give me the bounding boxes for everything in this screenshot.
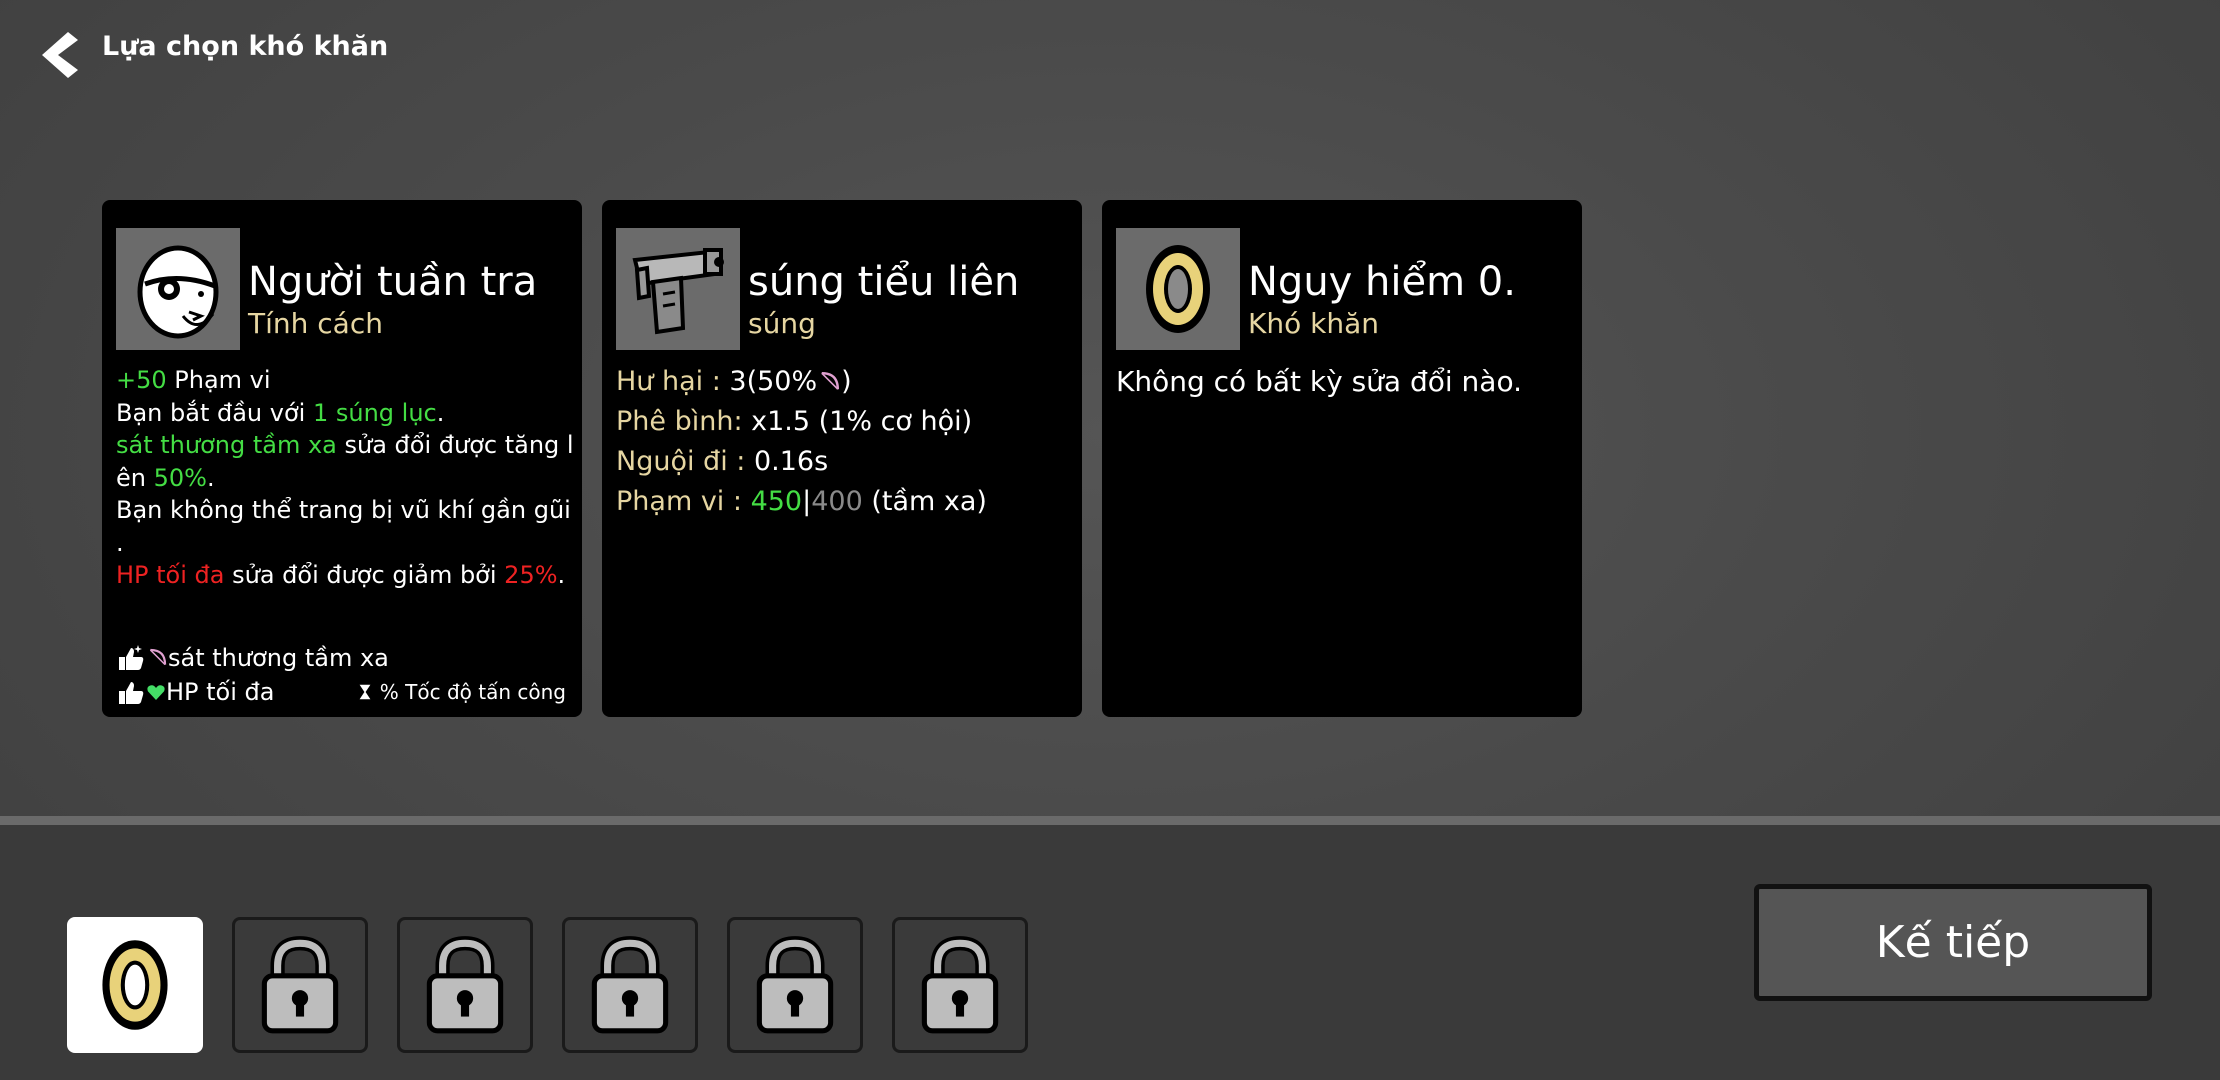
- thumbs-up-icon: [119, 682, 144, 704]
- next-button[interactable]: Kế tiếp: [1754, 884, 2152, 1001]
- tag-max-hp: HP tối đa % Tốc độ tấn công: [116, 675, 566, 709]
- desc-text: Phạm vi: [166, 366, 271, 394]
- back-button[interactable]: Lựa chọn khó khăn: [34, 26, 388, 84]
- stat-value: ): [841, 366, 852, 397]
- ranged-bonus-value: 50%: [153, 463, 207, 492]
- stat-crit: Phê bình: x1.5 (1% cơ hội): [616, 402, 1064, 442]
- difficulty-slot-1-locked[interactable]: [232, 917, 368, 1053]
- difficulty-card[interactable]: Nguy hiểm 0. Khó khăn Không có bất kỳ sử…: [1102, 200, 1582, 717]
- padlock-icon: [426, 936, 504, 1034]
- tag-label: sát thương tầm xa: [168, 644, 389, 672]
- difficulty-slot-5-locked[interactable]: [892, 917, 1028, 1053]
- difficulty-slot-4-locked[interactable]: [727, 917, 863, 1053]
- desc-text: .: [557, 561, 566, 589]
- range-bonus-value: +50: [116, 366, 167, 394]
- starting-weapon-value: 1 súng lục: [312, 398, 437, 427]
- character-description: +50 Phạm vi Bạn bắt đầu với 1 súng lục. …: [116, 364, 574, 592]
- padlock-icon: [591, 936, 669, 1034]
- ranged-damage-keyword: sát thương tầm xa: [116, 431, 337, 459]
- tag-label: % Tốc độ tấn công: [379, 680, 566, 704]
- character-tags: sát thương tầm xa HP tối đa % Tốc độ tấn…: [116, 641, 566, 709]
- max-hp-keyword: HP tối đa: [116, 561, 225, 589]
- weapon-type: súng: [748, 307, 816, 340]
- desc-text: .: [436, 398, 445, 427]
- difficulty-type: Khó khăn: [1248, 307, 1380, 340]
- weapon-card[interactable]: súng tiểu liên súng Hư hại : 3(50%) Phê …: [602, 200, 1082, 717]
- desc-text: sửa đổi được giảm bởi: [224, 561, 505, 589]
- weapon-name: súng tiểu liên: [748, 259, 1020, 305]
- tag-attack-speed: % Tốc độ tấn công: [356, 680, 566, 704]
- tag-label: HP tối đa: [166, 678, 275, 706]
- stat-value: x1.5 (1% cơ hội): [751, 406, 973, 437]
- difficulty-portrait: [1116, 228, 1240, 350]
- hp-penalty-value: 25%: [504, 561, 558, 589]
- range-type: (tầm xa): [862, 486, 987, 517]
- danger-0-ring-icon: [1146, 245, 1210, 333]
- stat-label: Hư hại :: [616, 366, 730, 397]
- padlock-icon: [921, 936, 999, 1034]
- weapon-stats: Hư hại : 3(50%) Phê bình: x1.5 (1% cơ hộ…: [616, 362, 1064, 522]
- danger-0-ring-icon: [102, 940, 168, 1030]
- desc-text: .: [116, 528, 124, 557]
- bow-icon: [149, 648, 167, 666]
- smg-icon: [632, 248, 724, 335]
- padlock-icon: [756, 936, 834, 1034]
- character-portrait: [116, 228, 240, 350]
- desc-text: Bạn không thể trang bị vũ khí gần gũi: [116, 496, 571, 524]
- stat-value: 0.16s: [753, 446, 829, 477]
- heart-icon: [147, 685, 165, 700]
- thumbs-up-sparkle-icon: [119, 645, 144, 670]
- back-arrow-icon: [42, 32, 78, 78]
- range-value: 450: [750, 486, 803, 517]
- stat-value: 3(50%: [729, 366, 818, 397]
- stat-cooldown: Nguội đi : 0.16s: [616, 442, 1064, 482]
- range-separator: |: [802, 486, 812, 517]
- difficulty-slot-3-locked[interactable]: [562, 917, 698, 1053]
- desc-text: sửa đổi được tăng l: [336, 431, 574, 459]
- range-base-value: 400: [811, 486, 863, 517]
- stat-label: Phạm vi :: [616, 486, 751, 517]
- stat-range: Phạm vi : 450|400 (tầm xa): [616, 482, 1064, 522]
- difficulty-slot-2-locked[interactable]: [397, 917, 533, 1053]
- stat-label: Nguội đi :: [616, 446, 754, 477]
- difficulty-name: Nguy hiểm 0.: [1248, 259, 1516, 305]
- desc-text: Bạn bắt đầu với: [116, 398, 313, 427]
- padlock-icon: [261, 936, 339, 1034]
- bow-icon: [821, 372, 840, 390]
- character-card[interactable]: Người tuần tra Tính cách +50 Phạm vi Bạn…: [102, 200, 582, 717]
- stat-label: Phê bình:: [616, 406, 752, 437]
- hourglass-icon: [359, 684, 371, 700]
- character-name: Người tuần tra: [248, 259, 538, 305]
- tag-ranged-damage: sát thương tầm xa: [116, 641, 566, 675]
- desc-text: ên: [116, 463, 154, 492]
- desc-text: .: [206, 463, 215, 492]
- divider: [0, 816, 2220, 825]
- difficulty-slot-0[interactable]: [67, 917, 203, 1053]
- stat-damage: Hư hại : 3(50%): [616, 362, 1064, 402]
- difficulty-description: Không có bất kỳ sửa đổi nào.: [1116, 365, 1522, 398]
- weapon-portrait: [616, 228, 740, 350]
- page-title: Lựa chọn khó khăn: [102, 30, 389, 62]
- egg-patrol-icon: [137, 245, 219, 339]
- character-type: Tính cách: [248, 307, 383, 340]
